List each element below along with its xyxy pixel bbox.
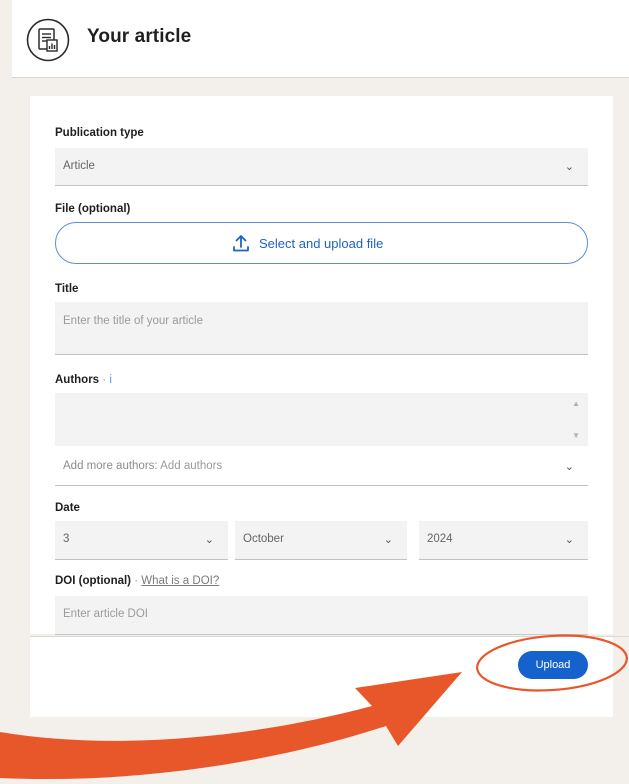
page-title: Your article	[87, 26, 192, 47]
title-placeholder: Enter the title of your article	[63, 315, 203, 327]
add-more-authors-label: Add more authors:	[63, 460, 158, 472]
select-upload-file-label: Select and upload file	[259, 235, 384, 251]
authors-label: Authors · i	[55, 374, 112, 386]
authors-separator: ·	[102, 374, 107, 386]
publication-type-value: Article	[63, 160, 95, 172]
article-form: Publication type Article ⌄ File (optiona…	[30, 96, 613, 635]
page-header: Your article	[12, 0, 629, 78]
chevron-down-icon: ⌄	[204, 534, 214, 546]
file-label: File (optional)	[55, 203, 131, 215]
doi-placeholder: Enter article DOI	[63, 608, 148, 620]
chevron-down-icon: ⌄	[383, 534, 393, 546]
info-icon[interactable]: i	[109, 374, 112, 386]
date-month-value: October	[243, 533, 284, 545]
publication-type-label: Publication type	[55, 127, 144, 139]
chevron-down-icon: ⌄	[564, 534, 574, 546]
title-label: Title	[55, 283, 79, 295]
article-document-icon	[26, 18, 70, 62]
scroll-up-icon[interactable]: ▲	[572, 399, 580, 408]
upload-icon	[233, 235, 249, 252]
select-upload-file-button[interactable]: Select and upload file	[55, 222, 588, 264]
add-authors-placeholder: Add authors	[160, 460, 223, 472]
add-authors-input[interactable]: Add more authors: Add authors ⌄	[55, 446, 588, 486]
scroll-down-icon[interactable]: ▼	[572, 431, 580, 440]
doi-separator: ·	[134, 575, 139, 587]
date-month-select[interactable]: October ⌄	[235, 521, 407, 560]
date-year-value: 2024	[427, 533, 453, 545]
title-input[interactable]: Enter the title of your article	[55, 302, 588, 355]
publication-type-select[interactable]: Article ⌄	[55, 148, 588, 186]
date-day-select[interactable]: 3 ⌄	[55, 521, 228, 560]
doi-input[interactable]: Enter article DOI	[55, 596, 588, 635]
doi-label: DOI (optional) · What is a DOI?	[55, 575, 220, 587]
date-year-select[interactable]: 2024 ⌄	[419, 521, 588, 560]
what-is-doi-link[interactable]: What is a DOI?	[141, 575, 219, 587]
date-label: Date	[55, 502, 80, 514]
date-day-value: 3	[63, 533, 70, 545]
upload-button[interactable]: Upload	[518, 651, 588, 679]
authors-list[interactable]: ▲ ▼	[55, 393, 588, 446]
chevron-down-icon: ⌄	[564, 461, 574, 473]
chevron-down-icon: ⌄	[564, 161, 574, 173]
